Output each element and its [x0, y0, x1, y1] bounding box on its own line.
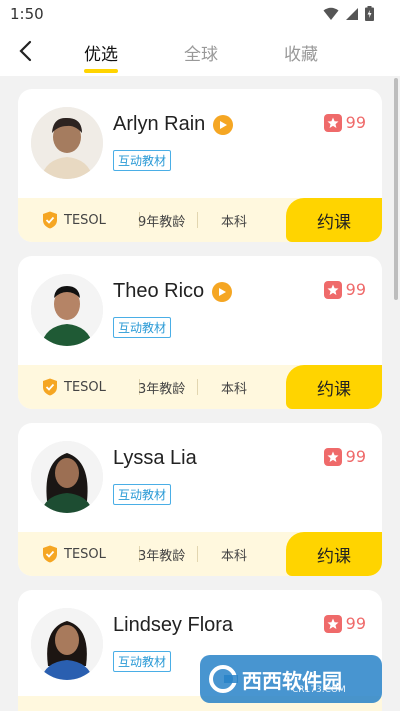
back-arrow-icon [19, 40, 32, 62]
book-class-button[interactable]: 约课 [286, 532, 382, 576]
teacher-card[interactable]: Theo Rico 互动教材 99 TESOL 3年教龄 本科 约课 [18, 256, 382, 409]
teacher-name-text: Lyssa Lia [113, 447, 197, 469]
divider [197, 379, 198, 395]
teacher-name-text: Theo Rico [113, 280, 205, 302]
rating-value: 99 [345, 447, 366, 466]
experience-label: 3年教龄 [138, 548, 186, 564]
teacher-card[interactable]: Lyssa Lia 互动教材 99 TESOL 3年教龄 本科 约课 [18, 423, 382, 576]
teacher-name: Arlyn Rain [113, 113, 234, 136]
watermark-logo: 西西软件园 CR173.COM [200, 655, 382, 703]
divider [197, 546, 198, 562]
rating: 99 [323, 614, 366, 633]
avatar [31, 608, 103, 680]
shield-icon [43, 545, 57, 563]
status-icons [323, 6, 374, 21]
degree: 本科 [221, 198, 247, 242]
divider [197, 212, 198, 228]
signal-icon [346, 7, 358, 20]
experience-label: 3年教龄 [138, 381, 186, 397]
teacher-name: Lindsey Flora [113, 614, 233, 637]
rating: 99 [323, 280, 366, 299]
teacher-card[interactable]: Arlyn Rain 互动教材 99 TESOL 9年教龄 本科 约课 [18, 89, 382, 242]
cert: TESOL [42, 365, 106, 409]
cert-label: TESOL [64, 546, 106, 562]
star-badge-icon [323, 614, 342, 633]
shield-icon [43, 211, 57, 229]
rating-value: 99 [345, 280, 366, 299]
book-class-button[interactable]: 约课 [286, 365, 382, 409]
play-icon[interactable] [212, 281, 233, 302]
degree-label: 本科 [221, 381, 248, 397]
shield-icon [43, 378, 57, 396]
degree: 本科 [221, 365, 247, 409]
back-button[interactable] [10, 36, 40, 66]
star-badge-icon [323, 113, 342, 132]
tab-favorites[interactable]: 收藏 [284, 40, 318, 65]
star-badge-icon [323, 280, 342, 299]
status-time: 1:50 [10, 5, 44, 23]
top-nav: 优选 全球 收藏 [0, 28, 400, 76]
rating: 99 [323, 447, 366, 466]
play-icon[interactable] [213, 114, 234, 135]
cert: TESOL [42, 532, 106, 576]
status-bar: 1:50 [0, 0, 400, 28]
teacher-tag: 互动教材 [113, 317, 172, 338]
teacher-tag: 互动教材 [113, 150, 172, 171]
degree: 本科 [221, 532, 247, 576]
teacher-name: Theo Rico [113, 280, 233, 303]
cert: TESOL [42, 198, 106, 242]
rating: 99 [323, 113, 366, 132]
degree-label: 本科 [221, 548, 248, 564]
rating-value: 99 [345, 113, 366, 132]
tab-selected[interactable]: 优选 [84, 40, 118, 65]
avatar [31, 107, 103, 179]
avatar [31, 441, 103, 513]
teacher-tag: 互动教材 [113, 484, 172, 505]
degree-label: 本科 [221, 214, 248, 230]
cert-label: TESOL [64, 379, 106, 395]
tab-global[interactable]: 全球 [184, 40, 218, 65]
teacher-name: Lyssa Lia [113, 447, 197, 470]
teacher-tag: 互动教材 [113, 651, 172, 672]
avatar [31, 274, 103, 346]
experience-label: 9年教龄 [138, 214, 186, 230]
active-tab-indicator [84, 69, 118, 73]
battery-icon [365, 6, 374, 21]
experience: 3年教龄 [138, 532, 185, 576]
logo-icon [209, 665, 238, 693]
cert-label: TESOL [64, 212, 106, 228]
experience: 9年教龄 [138, 198, 185, 242]
teacher-name-text: Arlyn Rain [113, 113, 206, 135]
star-badge-icon [323, 447, 342, 466]
book-class-button[interactable]: 约课 [286, 198, 382, 242]
watermark-sub: CR173.COM [292, 685, 346, 695]
rating-value: 99 [345, 614, 366, 633]
scrollbar[interactable] [394, 78, 398, 300]
experience: 3年教龄 [138, 365, 185, 409]
wifi-icon [323, 7, 339, 20]
teacher-name-text: Lindsey Flora [113, 614, 234, 636]
